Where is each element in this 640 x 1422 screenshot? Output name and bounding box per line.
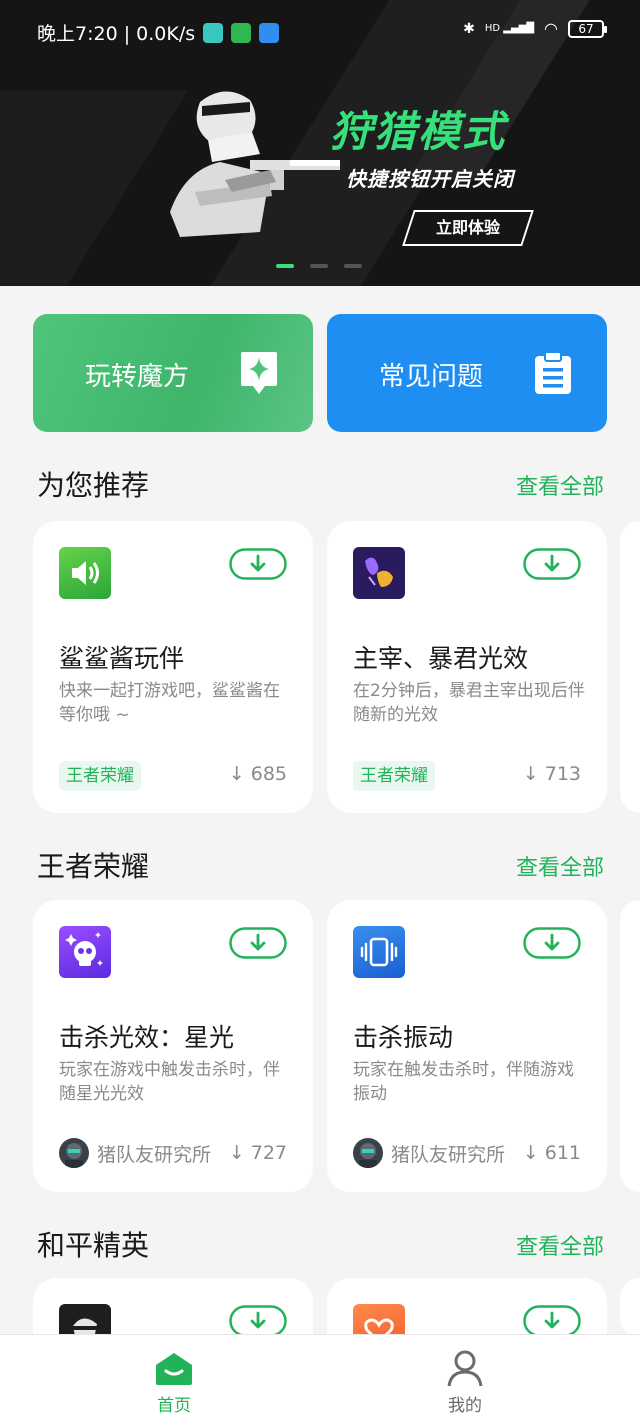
plugin-card[interactable]: 击杀光效：星光 玩家在游戏中触发击杀时，伴随星光光效 猪队友研究所 ↓ 727 [33, 900, 313, 1192]
bottom-navigation: 首页 我的 [0, 1334, 640, 1422]
download-number: 713 [544, 763, 581, 785]
page-dot-2[interactable] [310, 264, 328, 268]
status-right: ✱ HD ▂▄▆█ ◠ 67 [463, 19, 607, 38]
next-card-peek[interactable] [620, 900, 640, 1192]
download-number: 685 [250, 763, 287, 785]
plugin-name: 主宰、暴君光效 [353, 644, 529, 673]
status-bar: 晚上7:20 | 0.0K/s ✱ HD ▂▄▆█ ◠ 67 [0, 0, 640, 62]
speaker-icon [59, 547, 111, 599]
section-title-honor-of-kings: 王者荣耀 [37, 850, 150, 883]
nav-home-label: 首页 [157, 1396, 191, 1416]
plugin-card[interactable] [33, 1278, 313, 1338]
time-speed: 晚上7:20 | 0.0K/s [37, 23, 196, 45]
sparkle-bubble-icon [241, 352, 277, 394]
next-card-peek[interactable] [620, 1278, 640, 1338]
heart-icon [353, 1304, 405, 1338]
clipboard-icon [535, 351, 571, 394]
plugin-name: 鲨鲨酱玩伴 [59, 644, 185, 673]
signal-icon: HD ▂▄▆█ [484, 23, 535, 34]
network-type: HD [484, 23, 501, 34]
download-button[interactable] [229, 927, 287, 959]
view-all-honor-of-kings[interactable]: 查看全部 [516, 850, 604, 882]
play-cube-label: 玩转魔方 [85, 362, 190, 392]
page-dot-1[interactable] [276, 264, 294, 268]
download-count: ↓ 713 [523, 763, 581, 785]
person-icon [447, 1350, 483, 1387]
nav-home[interactable]: 首页 [114, 1349, 234, 1416]
view-all-peacekeeper-elite[interactable]: 查看全部 [516, 1229, 604, 1261]
cloud-icon [259, 22, 280, 43]
try-now-button[interactable]: 立即体验 [402, 210, 534, 246]
plugin-desc: 玩家在触发击杀时，伴随游戏振动 [353, 1060, 574, 1104]
vibrate-icon [353, 926, 405, 978]
plugin-card[interactable]: 鲨鲨酱玩伴 快来一起打游戏吧，鲨鲨酱在等你哦 ~ 王者荣耀 ↓ 685 [33, 521, 313, 813]
plugin-name: 击杀振动 [353, 1023, 454, 1052]
faq-tile[interactable]: 常见问题 [327, 314, 607, 432]
banner-title: 狩猎模式 [330, 107, 507, 156]
section-title-recommend: 为您推荐 [37, 469, 150, 502]
faq-label: 常见问题 [379, 362, 484, 392]
download-arrow-icon: ↓ [522, 1142, 539, 1164]
plugin-desc: 在2分钟后，暴君主宰出现后伴随新的光效 [353, 681, 585, 725]
author-name: 猪队友研究所 [97, 1143, 212, 1166]
view-all-recommend[interactable]: 查看全部 [516, 469, 604, 501]
skull-icon [59, 926, 111, 978]
phone-icon [231, 22, 252, 43]
download-button[interactable] [229, 1305, 287, 1337]
download-button[interactable] [523, 927, 581, 959]
soldier-icon [59, 1304, 111, 1338]
status-left: 晚上7:20 | 0.0K/s [37, 19, 280, 46]
author-avatar [353, 1138, 383, 1168]
battery-indicator: 67 [568, 19, 607, 38]
download-arrow-icon: ↓ [228, 1142, 245, 1164]
soldier-aiming-illustration [170, 91, 340, 237]
download-arrow-icon: ↓ [522, 763, 539, 785]
download-count: ↓ 685 [229, 763, 287, 785]
plugin-card[interactable]: 击杀振动 玩家在触发击杀时，伴随游戏振动 猪队友研究所 ↓ 611 [327, 900, 607, 1192]
nav-me[interactable]: 我的 [405, 1349, 525, 1416]
download-count: ↓ 727 [229, 1142, 287, 1164]
download-number: 727 [250, 1142, 287, 1164]
game-tag[interactable]: 王者荣耀 [59, 761, 141, 791]
author[interactable]: 猪队友研究所 [59, 1138, 211, 1168]
plugin-card[interactable] [327, 1278, 607, 1338]
wifi-icon: ◠ [544, 19, 558, 38]
message-icon [203, 22, 224, 43]
play-cube-tile[interactable]: 玩转魔方 [33, 314, 313, 432]
section-title-peacekeeper-elite: 和平精英 [37, 1229, 150, 1262]
nav-me-label: 我的 [448, 1396, 482, 1416]
game-tag[interactable]: 王者荣耀 [353, 761, 435, 791]
download-button[interactable] [523, 1305, 581, 1337]
dragon-icon [353, 547, 405, 599]
author-avatar [59, 1138, 89, 1168]
banner-subtitle: 快捷按钮开启关闭 [346, 167, 514, 191]
plugin-desc: 快来一起打游戏吧，鲨鲨酱在等你哦 ~ [59, 681, 280, 725]
author[interactable]: 猪队友研究所 [353, 1138, 505, 1168]
page-dot-3[interactable] [344, 264, 362, 268]
download-number: 611 [544, 1142, 581, 1164]
home-icon [156, 1353, 192, 1385]
bluetooth-icon: ✱ [463, 20, 475, 37]
banner-pagination [276, 264, 362, 268]
try-now-label: 立即体验 [435, 218, 500, 237]
download-button[interactable] [523, 548, 581, 580]
download-button[interactable] [229, 548, 287, 580]
hunting-mode-banner[interactable]: 晚上7:20 | 0.0K/s ✱ HD ▂▄▆█ ◠ 67 狩猎模式 快捷按钮… [0, 0, 640, 286]
plugin-name: 击杀光效：星光 [59, 1023, 235, 1052]
author-name: 猪队友研究所 [391, 1143, 506, 1166]
plugin-desc: 玩家在游戏中触发击杀时，伴随星光光效 [59, 1060, 280, 1104]
download-count: ↓ 611 [523, 1142, 581, 1164]
download-arrow-icon: ↓ [228, 763, 245, 785]
next-card-peek[interactable] [620, 521, 640, 813]
plugin-card[interactable]: 主宰、暴君光效 在2分钟后，暴君主宰出现后伴随新的光效 王者荣耀 ↓ 713 [327, 521, 607, 813]
